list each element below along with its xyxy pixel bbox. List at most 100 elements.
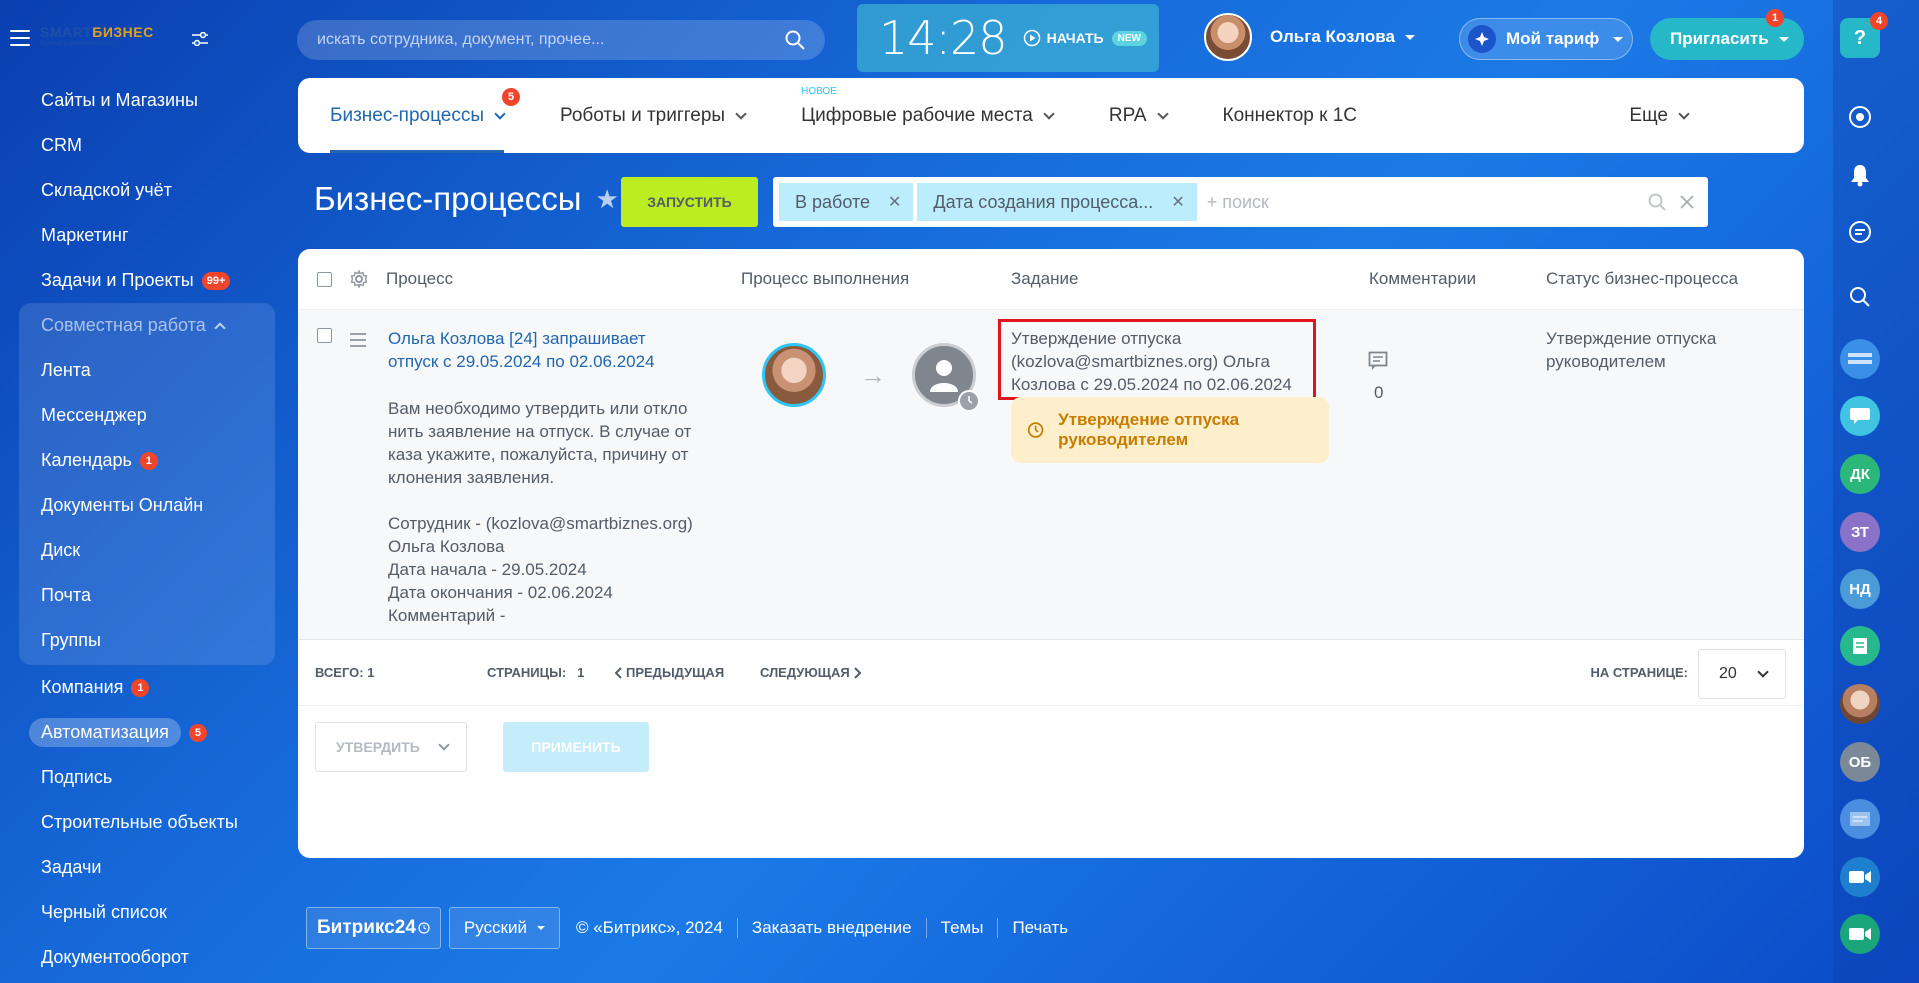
filter-bar[interactable]: В работе ✕ Дата создания процесса... ✕ (773, 177, 1708, 227)
row-menu-icon[interactable] (350, 333, 366, 351)
page-title-text: Бизнес-процессы (314, 180, 582, 217)
gear-icon[interactable] (350, 270, 368, 288)
sidebar-item-sites[interactable]: Сайты и Магазины (0, 78, 275, 123)
next-page-link[interactable]: СЛЕДУЮЩАЯ (760, 665, 862, 680)
work-time-widget[interactable]: 14:28 НАЧАТЬ NEW (857, 4, 1159, 72)
global-search-input[interactable] (317, 31, 785, 49)
apply-button[interactable]: ПРИМЕНИТЬ (503, 722, 649, 772)
global-search[interactable] (297, 20, 825, 60)
filter-chip-status[interactable]: В работе ✕ (779, 183, 914, 221)
star-icon[interactable]: ★ (595, 184, 618, 215)
new-badge: NEW (1111, 30, 1147, 46)
sidebar-item-label: Черный список (41, 902, 167, 922)
bell-icon[interactable] (1840, 155, 1880, 195)
tab-rpa[interactable]: RPA (1109, 78, 1169, 153)
tab-business-processes[interactable]: Бизнес-процессы 5 (330, 78, 520, 153)
chevron-down-icon (494, 107, 506, 120)
settings-sliders-icon[interactable] (192, 32, 208, 46)
copilot-icon[interactable] (1840, 97, 1880, 137)
contact-avatar-dk[interactable]: ДК (1840, 454, 1880, 494)
chevron-down-icon (536, 926, 545, 930)
sidebar-item-blacklist[interactable]: Черный список (0, 890, 275, 935)
tab-1c-connector[interactable]: Коннектор к 1С (1223, 78, 1358, 153)
task-status-badge[interactable]: Утверждение отпуска руководителем (1011, 397, 1329, 463)
contact-avatar-zt[interactable]: ЗТ (1840, 512, 1880, 552)
launch-button[interactable]: ЗАПУСТИТЬ (621, 177, 758, 227)
start-workday-button[interactable]: НАЧАТЬ NEW (1023, 29, 1147, 47)
search-icon[interactable] (1648, 193, 1666, 211)
clock-icon (418, 922, 430, 934)
help-button[interactable]: ? 4 (1840, 12, 1888, 58)
column-header-progress[interactable]: Процесс выполнения (741, 269, 909, 289)
bitrix24-button[interactable]: Битрикс24 (306, 907, 441, 949)
process-link[interactable]: Ольга Козлова [24] запрашивает отпуск с … (388, 327, 688, 373)
company-chat-logo-icon[interactable] (1840, 339, 1880, 379)
close-icon[interactable]: ✕ (1171, 192, 1184, 212)
search-icon[interactable] (1840, 277, 1880, 317)
tab-digital-workplaces[interactable]: НОВОЕ Цифровые рабочие места (801, 78, 1055, 153)
order-implementation-link[interactable]: Заказать внедрение (736, 918, 926, 938)
doc-chat-icon[interactable] (1840, 626, 1880, 666)
sidebar-item-company[interactable]: Компания 1 (0, 665, 275, 710)
sidebar-item-label: Компания (41, 677, 124, 697)
sidebar-item-marketing[interactable]: Маркетинг (0, 213, 275, 258)
chat-bubble-icon[interactable] (1840, 396, 1880, 436)
sidebar-item-feed[interactable]: Лента (19, 348, 275, 393)
column-header-bp-status[interactable]: Статус бизнес-процесса (1546, 269, 1738, 289)
sidebar-badge: 1 (139, 451, 158, 470)
sidebar-item-messenger[interactable]: Мессенджер (19, 393, 275, 438)
sidebar-item-signature[interactable]: Подпись (0, 755, 275, 800)
contact-avatar-photo[interactable] (1840, 684, 1880, 724)
print-link[interactable]: Печать (997, 918, 1082, 938)
select-all-checkbox[interactable] (317, 272, 332, 287)
pages-value: 1 (577, 665, 585, 680)
chevron-down-icon (1404, 34, 1415, 40)
language-select[interactable]: Русский (448, 907, 560, 949)
search-icon[interactable] (785, 30, 805, 50)
chat-search-icon[interactable] (1840, 212, 1880, 252)
themes-link[interactable]: Темы (925, 918, 998, 938)
my-tariff-button[interactable]: Мой тариф (1459, 18, 1633, 60)
sidebar-item-automation[interactable]: Автоматизация 5 (0, 710, 275, 755)
contact-avatar-ob[interactable]: ОБ (1840, 742, 1880, 782)
sidebar-item-warehouse[interactable]: Складской учёт (0, 168, 275, 213)
tab-label: Еще (1629, 104, 1668, 126)
column-header-process[interactable]: Процесс (386, 269, 453, 289)
menu-burger-icon[interactable] (10, 30, 30, 46)
sidebar-group-toggle[interactable]: Совместная работа (19, 303, 275, 348)
tab-robots-triggers[interactable]: Роботы и триггеры (560, 78, 747, 153)
sidebar-item-tasks[interactable]: Задачи (0, 845, 275, 890)
sidebar-item-document-flow[interactable]: Документооборот (0, 935, 275, 980)
sidebar-badge: 99+ (201, 271, 231, 290)
bp-status-text: Утверждение отпуска руководителем (1546, 329, 1717, 371)
sidebar-item-calendar[interactable]: Календарь 1 (19, 438, 275, 483)
per-page-select[interactable]: 20 (1698, 649, 1786, 699)
sidebar-item-tasks-projects[interactable]: Задачи и Проекты 99+ (0, 258, 275, 303)
column-header-task[interactable]: Задание (1011, 269, 1078, 289)
sidebar-item-crm[interactable]: CRM (0, 123, 275, 168)
tab-more[interactable]: Еще (1629, 78, 1690, 153)
invite-button[interactable]: Пригласить 1 (1650, 9, 1804, 60)
row-checkbox[interactable] (317, 328, 332, 343)
filter-chip-date[interactable]: Дата создания процесса... ✕ (917, 183, 1197, 221)
sidebar-item-docs-online[interactable]: Документы Онлайн (19, 483, 275, 528)
sidebar-item-construction[interactable]: Строительные объекты (0, 800, 275, 845)
video-call-icon-2[interactable] (1840, 914, 1880, 954)
video-call-icon[interactable] (1840, 857, 1880, 897)
group-action-select[interactable]: УТВЕРДИТЬ (315, 722, 467, 772)
company-logo[interactable]: SMARTБИЗНЕС Единый управленческий код (40, 24, 180, 58)
column-header-comments[interactable]: Комментарии (1369, 269, 1476, 289)
filter-search-input[interactable] (1206, 191, 1648, 213)
chat-group-icon[interactable] (1840, 799, 1880, 839)
sidebar-item-groups[interactable]: Группы (19, 618, 275, 663)
sidebar-item-disk[interactable]: Диск (19, 528, 275, 573)
sidebar-item-mail[interactable]: Почта (19, 573, 275, 618)
initiator-avatar[interactable] (762, 343, 826, 407)
apply-label: ПРИМЕНИТЬ (531, 739, 621, 755)
contact-avatar-nd[interactable]: НД (1840, 569, 1880, 609)
clear-filter-icon[interactable] (1680, 195, 1694, 209)
prev-page-link[interactable]: ПРЕДЫДУЩАЯ (614, 665, 724, 680)
close-icon[interactable]: ✕ (888, 192, 901, 212)
user-menu[interactable]: Ольга Козлова (1204, 13, 1415, 61)
comment-icon[interactable] (1368, 351, 1388, 371)
